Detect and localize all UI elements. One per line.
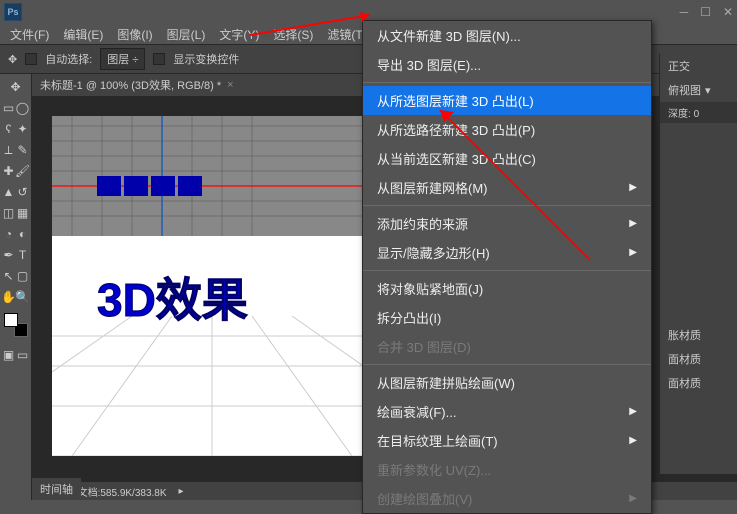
menu-item[interactable]: 绘画衰减(F)...▶ — [363, 397, 651, 426]
3d-scene: 3D效果 — [52, 116, 372, 456]
timeline-panel[interactable]: 时间轴 — [32, 478, 81, 500]
crop-tool-icon[interactable]: ⟂ — [3, 141, 15, 159]
menu-item[interactable]: 从文件新建 3D 图层(N)... — [363, 21, 651, 50]
view-label[interactable]: 俯视图 — [668, 82, 701, 98]
toolbox[interactable]: ✥ ▭◯ ʕ✦ ⟂✎ ✚🖌 ▲↺ ◫▦ ◔◐ ✒T ↖▢ ✋🔍 ▣▭ — [0, 74, 32, 500]
document-title: 未标题-1 @ 100% (3D效果, RGB/8) * — [40, 77, 221, 93]
menu-item[interactable]: 将对象贴紧地面(J) — [363, 274, 651, 303]
depth-header: 深度: 0 — [660, 102, 737, 123]
zoom-tool-icon[interactable]: 🔍 — [17, 288, 29, 306]
auto-select-checkbox[interactable] — [25, 53, 37, 65]
brush-tool-icon[interactable]: 🖌 — [17, 162, 29, 180]
move-tool-icon[interactable]: ✥ — [8, 53, 17, 66]
menu-item[interactable]: 从所选图层新建 3D 凸出(L) — [363, 86, 651, 115]
submenu-arrow-icon: ▶ — [629, 435, 637, 446]
chevron-down-icon[interactable]: ▾ — [705, 84, 711, 97]
color-swatches[interactable] — [4, 313, 28, 337]
submenu-arrow-icon: ▶ — [629, 493, 637, 504]
quickmask-icon[interactable]: ▣ — [3, 346, 15, 364]
show-transform-label: 显示变换控件 — [173, 51, 239, 67]
submenu-arrow-icon: ▶ — [629, 182, 637, 193]
orient-label: 正交 — [668, 58, 690, 74]
close-icon[interactable]: ✕ — [723, 5, 733, 19]
menu-item: 创建绘图叠加(V)▶ — [363, 484, 651, 513]
minimize-icon[interactable]: ─ — [680, 5, 689, 19]
material-item[interactable]: 面材质 — [660, 371, 737, 395]
eyedropper-icon[interactable]: ✎ — [17, 141, 29, 159]
auto-select-label: 自动选择: — [45, 51, 92, 67]
canvas-content[interactable]: 3D效果 — [52, 116, 372, 456]
menu-1[interactable]: 编辑(E) — [57, 24, 109, 45]
dodge-tool-icon[interactable]: ◐ — [17, 225, 29, 243]
submenu-arrow-icon: ▶ — [629, 406, 637, 417]
menu-item[interactable]: 拆分凸出(I) — [363, 303, 651, 332]
menu-0[interactable]: 文件(F) — [4, 24, 55, 45]
submenu-arrow-icon: ▶ — [629, 247, 637, 258]
menu-item: 合并 3D 图层(D) — [363, 332, 651, 361]
menu-item[interactable]: 从图层新建拼贴绘画(W) — [363, 368, 651, 397]
menu-item[interactable]: 从所选路径新建 3D 凸出(P) — [363, 115, 651, 144]
ps-logo: Ps — [4, 3, 22, 21]
hand-tool-icon[interactable]: ✋ — [3, 288, 15, 306]
auto-select-target[interactable]: 图层 ÷ — [100, 48, 145, 70]
menu-item[interactable]: 从图层新建网格(M)▶ — [363, 173, 651, 202]
history-brush-icon[interactable]: ↺ — [17, 183, 29, 201]
screenmode-icon[interactable]: ▭ — [17, 346, 29, 364]
maximize-icon[interactable]: ☐ — [700, 5, 711, 19]
stamp-tool-icon[interactable]: ▲ — [3, 183, 15, 201]
move-tool-icon[interactable]: ✥ — [4, 78, 28, 96]
foreground-swatch[interactable] — [4, 313, 18, 327]
type-tool-icon[interactable]: T — [17, 246, 29, 264]
close-tab-icon[interactable]: × — [227, 79, 233, 91]
menu-item[interactable]: 显示/隐藏多边形(H)▶ — [363, 238, 651, 267]
window-controls[interactable]: ─ ☐ ✕ — [680, 5, 733, 19]
menu-item[interactable]: 导出 3D 图层(E)... — [363, 50, 651, 79]
3d-text: 3D效果 — [97, 274, 248, 326]
menu-4[interactable]: 文字(Y) — [213, 24, 265, 45]
menu-item[interactable]: 在目标纹理上绘画(T)▶ — [363, 426, 651, 455]
3d-menu-dropdown[interactable]: 从文件新建 3D 图层(N)...导出 3D 图层(E)... 从所选图层新建 3… — [362, 20, 652, 514]
pen-tool-icon[interactable]: ✒ — [3, 246, 15, 264]
gradient-tool-icon[interactable]: ▦ — [17, 204, 29, 222]
shape-tool-icon[interactable]: ▢ — [17, 267, 29, 285]
menu-item[interactable]: 添加约束的来源▶ — [363, 209, 651, 238]
ellipse-marquee-icon[interactable]: ◯ — [17, 99, 29, 117]
material-item[interactable]: 胀材质 — [660, 323, 737, 347]
status-arrow-icon[interactable]: ▸ — [179, 486, 184, 497]
right-panel[interactable]: 正交 俯视图 ▾ 深度: 0 胀材质 面材质 面材质 — [659, 54, 737, 474]
menu-5[interactable]: 选择(S) — [267, 24, 319, 45]
magic-wand-icon[interactable]: ✦ — [17, 120, 29, 138]
submenu-arrow-icon: ▶ — [629, 218, 637, 229]
menu-3[interactable]: 图层(L) — [161, 24, 212, 45]
path-tool-icon[interactable]: ↖ — [3, 267, 15, 285]
doc-info: 文档:585.9K/383.8K — [78, 484, 167, 499]
marquee-tool-icon[interactable]: ▭ — [3, 99, 15, 117]
healing-brush-icon[interactable]: ✚ — [3, 162, 15, 180]
menu-item[interactable]: 从当前选区新建 3D 凸出(C) — [363, 144, 651, 173]
menu-item: 重新参数化 UV(Z)... — [363, 455, 651, 484]
blur-tool-icon[interactable]: ◔ — [3, 225, 15, 243]
show-transform-checkbox[interactable] — [153, 53, 165, 65]
menu-2[interactable]: 图像(I) — [111, 24, 158, 45]
material-item[interactable]: 面材质 — [660, 347, 737, 371]
eraser-tool-icon[interactable]: ◫ — [3, 204, 15, 222]
lasso-tool-icon[interactable]: ʕ — [3, 120, 15, 138]
